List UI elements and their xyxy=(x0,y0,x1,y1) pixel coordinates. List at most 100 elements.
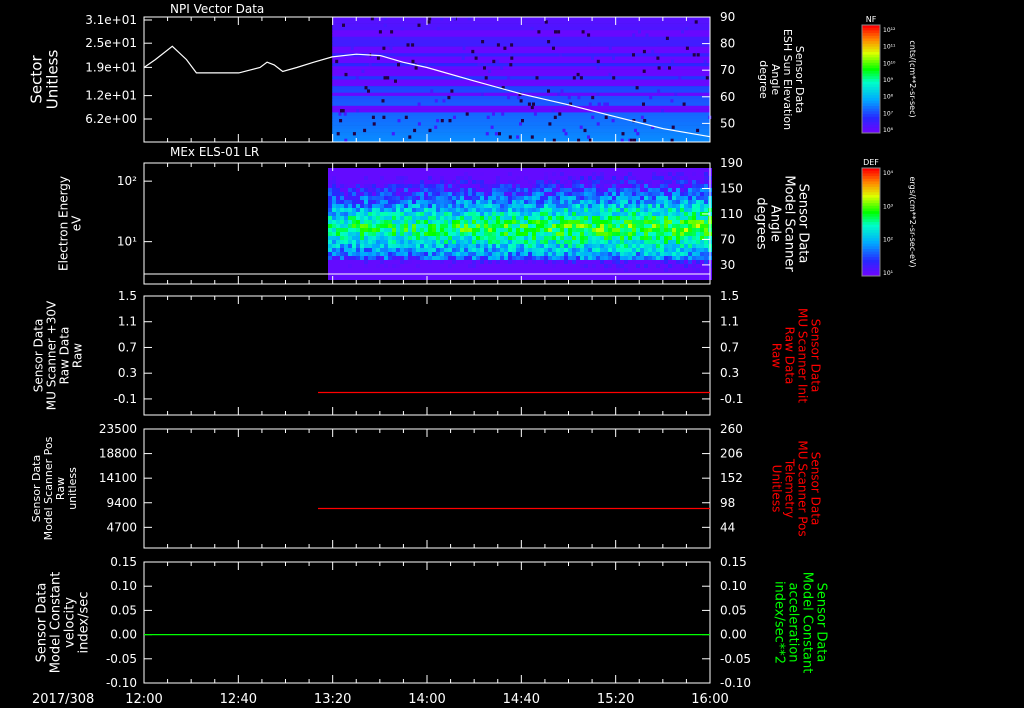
heatmap-cell xyxy=(560,200,564,204)
heatmap-cell xyxy=(612,240,616,244)
heatmap-cell xyxy=(412,264,416,268)
heatmap-cell xyxy=(656,236,660,240)
heatmap-cell xyxy=(628,232,632,236)
heatmap-cell xyxy=(688,224,692,228)
heatmap-cell xyxy=(336,188,340,192)
heatmap-cell xyxy=(628,200,632,204)
heatmap-cell xyxy=(564,256,568,260)
heatmap-cell xyxy=(608,224,612,228)
heatmap-cell xyxy=(508,168,512,172)
heatmap-cell xyxy=(661,109,664,113)
heatmap-cell xyxy=(696,256,700,260)
heatmap-cell xyxy=(384,184,388,188)
heatmap-cell xyxy=(408,196,412,200)
heatmap-cell xyxy=(688,228,692,232)
heatmap-cell xyxy=(348,268,352,272)
heatmap-cell xyxy=(490,125,494,129)
heatmap-cell xyxy=(604,244,608,248)
heatmap-cell xyxy=(616,268,620,272)
heatmap-cell xyxy=(536,172,540,176)
heatmap-cell xyxy=(408,252,412,256)
heatmap-cell xyxy=(356,172,360,176)
heatmap-cell xyxy=(516,236,520,240)
heatmap-cell xyxy=(364,188,368,192)
heatmap-cell xyxy=(620,232,624,236)
heatmap-cell xyxy=(600,276,604,280)
heatmap-cell xyxy=(588,264,592,268)
heatmap-cell xyxy=(560,184,564,188)
heatmap-cell xyxy=(476,184,480,188)
heatmap-cell xyxy=(352,260,356,264)
heatmap-cell xyxy=(348,212,352,216)
heatmap-cell xyxy=(488,196,492,200)
heatmap-cell xyxy=(338,112,342,116)
heatmap-cell xyxy=(552,244,556,248)
heatmap-cell xyxy=(688,168,692,172)
heatmap-cell xyxy=(568,168,572,172)
heatmap-cell xyxy=(436,180,440,184)
heatmap-cell xyxy=(612,216,616,220)
heatmap-cell xyxy=(498,132,501,136)
heatmap-cell xyxy=(420,192,424,196)
heatmap-cell xyxy=(416,256,420,260)
heatmap-cell xyxy=(448,172,452,176)
heatmap-cell xyxy=(672,208,676,212)
heatmap-cell xyxy=(644,240,648,244)
colorbar-units-label: ergs/(cm**2-sr-sec-eV) xyxy=(908,176,917,267)
heatmap-cell xyxy=(408,220,412,224)
heatmap-cell xyxy=(544,220,548,224)
heatmap-cell xyxy=(372,220,376,224)
heatmap-cell xyxy=(460,172,464,176)
heatmap-cell xyxy=(652,248,656,252)
heatmap-cell xyxy=(556,236,560,240)
heatmap-cell xyxy=(476,236,480,240)
heatmap-cell xyxy=(544,244,548,248)
heatmap-cell xyxy=(360,212,364,216)
heatmap-cell xyxy=(428,264,432,268)
heatmap-cell xyxy=(424,212,428,216)
heatmap-cell xyxy=(464,276,468,280)
heatmap-cell xyxy=(332,216,336,220)
heatmap-cell xyxy=(688,244,692,248)
heatmap-cell xyxy=(620,208,624,212)
heatmap-cell xyxy=(700,208,704,212)
heatmap-cell xyxy=(548,180,552,184)
heatmap-cell xyxy=(676,208,680,212)
heatmap-cell xyxy=(496,248,500,252)
heatmap-cell xyxy=(648,216,652,220)
heatmap-cell xyxy=(388,276,392,280)
heatmap-cell xyxy=(516,192,520,196)
heatmap-cell xyxy=(404,252,408,256)
heatmap-cell xyxy=(472,240,476,244)
heatmap-cell xyxy=(444,244,448,248)
heatmap-cell xyxy=(428,188,432,192)
heatmap-cell xyxy=(628,196,632,200)
heatmap-cell xyxy=(680,188,684,192)
heatmap-cell xyxy=(396,256,400,260)
heatmap-cell xyxy=(404,260,408,264)
heatmap-cell xyxy=(424,260,428,264)
heatmap-cell xyxy=(624,204,628,208)
heatmap-cell xyxy=(648,248,652,252)
heatmap-cell xyxy=(360,264,364,268)
heatmap-cell xyxy=(668,256,672,260)
heatmap-cell xyxy=(468,228,472,232)
heatmap-cell xyxy=(600,240,604,244)
heatmap-cell xyxy=(642,49,646,54)
heatmap-cell xyxy=(352,232,356,236)
heatmap-cell xyxy=(652,172,656,176)
heatmap-cell xyxy=(328,224,332,228)
heatmap-cell xyxy=(436,200,440,204)
heatmap-cell xyxy=(644,196,648,200)
heatmap-cell xyxy=(408,264,412,268)
heatmap-cell xyxy=(488,168,492,172)
heatmap-cell xyxy=(632,252,636,256)
heatmap-cell xyxy=(652,268,656,272)
heatmap-cell xyxy=(620,184,624,188)
heatmap-cell xyxy=(476,240,480,244)
heatmap-cell xyxy=(484,212,488,216)
heatmap-cell xyxy=(396,264,400,268)
heatmap-cell xyxy=(636,180,640,184)
heatmap-cell xyxy=(340,192,344,196)
heatmap-cell xyxy=(560,220,564,224)
